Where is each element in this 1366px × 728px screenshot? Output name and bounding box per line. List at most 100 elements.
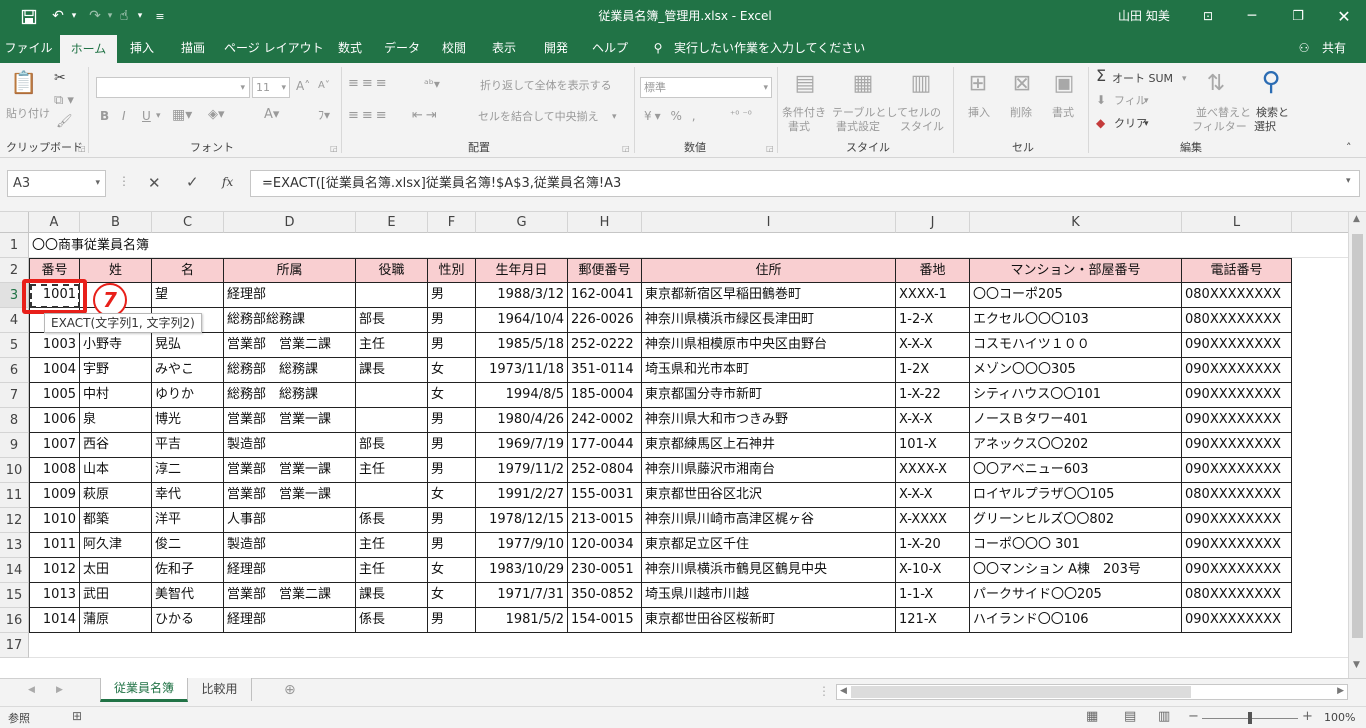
- cell-styles-label-2[interactable]: スタイル: [900, 120, 944, 134]
- cell-g4[interactable]: 1964/10/4: [476, 308, 568, 333]
- restore-icon[interactable]: ❐: [1286, 0, 1310, 33]
- cell-b5[interactable]: 小野寺: [80, 333, 152, 358]
- cell-j9[interactable]: 101-X: [896, 433, 970, 458]
- tab-data[interactable]: データ: [380, 33, 424, 63]
- close-icon[interactable]: ✕: [1332, 0, 1356, 33]
- row-header-5[interactable]: 5: [0, 333, 29, 358]
- sheet-next-icon[interactable]: ▶: [56, 685, 63, 695]
- ribbon-display-icon[interactable]: ⊡: [1196, 0, 1220, 33]
- row-header-15[interactable]: 15: [0, 583, 29, 608]
- cell-f13[interactable]: 男: [428, 533, 476, 558]
- cell-h6[interactable]: 351-0114: [568, 358, 642, 383]
- cell-f4[interactable]: 男: [428, 308, 476, 333]
- cell-g14[interactable]: 1983/10/29: [476, 558, 568, 583]
- row-header-8[interactable]: 8: [0, 408, 29, 433]
- cell-d3[interactable]: 経理部: [224, 283, 356, 308]
- column-header-a[interactable]: A: [29, 212, 80, 233]
- cell-a14[interactable]: 1012: [29, 558, 80, 583]
- sort-filter-label-2[interactable]: フィルター: [1192, 120, 1247, 134]
- column-header-d[interactable]: D: [224, 212, 356, 233]
- cell-j4[interactable]: 1-2-X: [896, 308, 970, 333]
- cell-e16[interactable]: 係長: [356, 608, 428, 633]
- cell-l8[interactable]: 090XXXXXXXX: [1182, 408, 1292, 433]
- cell-b8[interactable]: 泉: [80, 408, 152, 433]
- cell-d14[interactable]: 経理部: [224, 558, 356, 583]
- column-header-j[interactable]: J: [896, 212, 970, 233]
- cell-k11[interactable]: ロイヤルプラザ〇〇105: [970, 483, 1182, 508]
- touch-dropdown-icon[interactable]: ▾: [134, 0, 146, 33]
- paste-icon[interactable]: 📋: [10, 71, 38, 97]
- undo-dropdown-icon[interactable]: ▾: [68, 0, 80, 33]
- column-header-h[interactable]: H: [568, 212, 642, 233]
- italic-button[interactable]: I: [122, 109, 126, 123]
- name-box[interactable]: A3 ▾: [7, 170, 106, 197]
- cell-i12[interactable]: 神奈川県川崎市高津区梶ヶ谷: [642, 508, 896, 533]
- customize-icon[interactable]: ≡: [152, 0, 168, 33]
- cell-e6[interactable]: 課長: [356, 358, 428, 383]
- merge-dropdown-icon[interactable]: ▾: [612, 110, 617, 124]
- tab-formulas[interactable]: 数式: [330, 33, 370, 63]
- cell-i16[interactable]: 東京都世田谷区桜新町: [642, 608, 896, 633]
- name-box-dropdown-icon[interactable]: ▾: [95, 171, 100, 196]
- tab-home[interactable]: ホーム: [60, 35, 117, 63]
- cell-c12[interactable]: 洋平: [152, 508, 224, 533]
- cell-e3[interactable]: [356, 283, 428, 308]
- cell-d15[interactable]: 営業部 営業二課: [224, 583, 356, 608]
- row-header-9[interactable]: 9: [0, 433, 29, 458]
- cell-j14[interactable]: X-10-X: [896, 558, 970, 583]
- cell-h12[interactable]: 213-0015: [568, 508, 642, 533]
- cell-c10[interactable]: 淳二: [152, 458, 224, 483]
- vertical-align-icons[interactable]: ≡≡≡: [348, 77, 390, 91]
- cell-g15[interactable]: 1971/7/31: [476, 583, 568, 608]
- cell-j5[interactable]: X-X-X: [896, 333, 970, 358]
- cell-g12[interactable]: 1978/12/15: [476, 508, 568, 533]
- cell-f10[interactable]: 男: [428, 458, 476, 483]
- header-cell-b[interactable]: 姓: [80, 258, 152, 283]
- cell-h7[interactable]: 185-0004: [568, 383, 642, 408]
- tab-view[interactable]: 表示: [484, 33, 524, 63]
- page-break-view-icon[interactable]: ▥: [1158, 709, 1170, 724]
- clear-dropdown-icon[interactable]: ▾: [1144, 117, 1149, 131]
- row-header-12[interactable]: 12: [0, 508, 29, 533]
- cell-g16[interactable]: 1981/5/2: [476, 608, 568, 633]
- cell-c13[interactable]: 俊二: [152, 533, 224, 558]
- cell-l13[interactable]: 090XXXXXXXX: [1182, 533, 1292, 558]
- number-launcher-icon[interactable]: ◲: [766, 142, 774, 156]
- page-layout-view-icon[interactable]: ▤: [1124, 709, 1136, 724]
- zoom-level[interactable]: 100%: [1324, 711, 1355, 724]
- cell-h4[interactable]: 226-0026: [568, 308, 642, 333]
- cell-b15[interactable]: 武田: [80, 583, 152, 608]
- header-cell-k[interactable]: マンション・部屋番号: [970, 258, 1182, 283]
- cancel-entry-button[interactable]: ✕: [148, 174, 161, 192]
- redo-icon[interactable]: ↷: [85, 0, 105, 33]
- cell-d10[interactable]: 営業部 営業一課: [224, 458, 356, 483]
- cell-f16[interactable]: 男: [428, 608, 476, 633]
- cell-k5[interactable]: コスモハイツ１００: [970, 333, 1182, 358]
- cell-f11[interactable]: 女: [428, 483, 476, 508]
- minimize-icon[interactable]: ─: [1240, 0, 1264, 33]
- cell-f9[interactable]: 男: [428, 433, 476, 458]
- cell-g8[interactable]: 1980/4/26: [476, 408, 568, 433]
- cell-j15[interactable]: 1-1-X: [896, 583, 970, 608]
- cell-f15[interactable]: 女: [428, 583, 476, 608]
- cell-g13[interactable]: 1977/9/10: [476, 533, 568, 558]
- cell-k3[interactable]: 〇〇コーポ205: [970, 283, 1182, 308]
- header-cell-g[interactable]: 生年月日: [476, 258, 568, 283]
- cell-f8[interactable]: 男: [428, 408, 476, 433]
- sort-filter-label-1[interactable]: 並べ替えと: [1196, 106, 1251, 120]
- cell-k16[interactable]: ハイランド〇〇106: [970, 608, 1182, 633]
- fill-button[interactable]: フィル: [1114, 94, 1147, 108]
- cell-a9[interactable]: 1007: [29, 433, 80, 458]
- cell-i13[interactable]: 東京都足立区千住: [642, 533, 896, 558]
- cell-c7[interactable]: ゆりか: [152, 383, 224, 408]
- font-color-icon[interactable]: A▾: [264, 108, 279, 122]
- cell-b7[interactable]: 中村: [80, 383, 152, 408]
- collapse-ribbon-icon[interactable]: ˄: [1346, 141, 1352, 155]
- tab-split-icon[interactable]: ⋮: [818, 684, 830, 698]
- macro-record-icon[interactable]: ⊞: [72, 709, 82, 723]
- copy-icon[interactable]: ⧉ ▾: [54, 94, 74, 108]
- format-table-label-1[interactable]: テーブルとして: [832, 106, 908, 120]
- cell-k7[interactable]: シティハウス〇〇101: [970, 383, 1182, 408]
- row-header-16[interactable]: 16: [0, 608, 29, 633]
- cell-b16[interactable]: 蒲原: [80, 608, 152, 633]
